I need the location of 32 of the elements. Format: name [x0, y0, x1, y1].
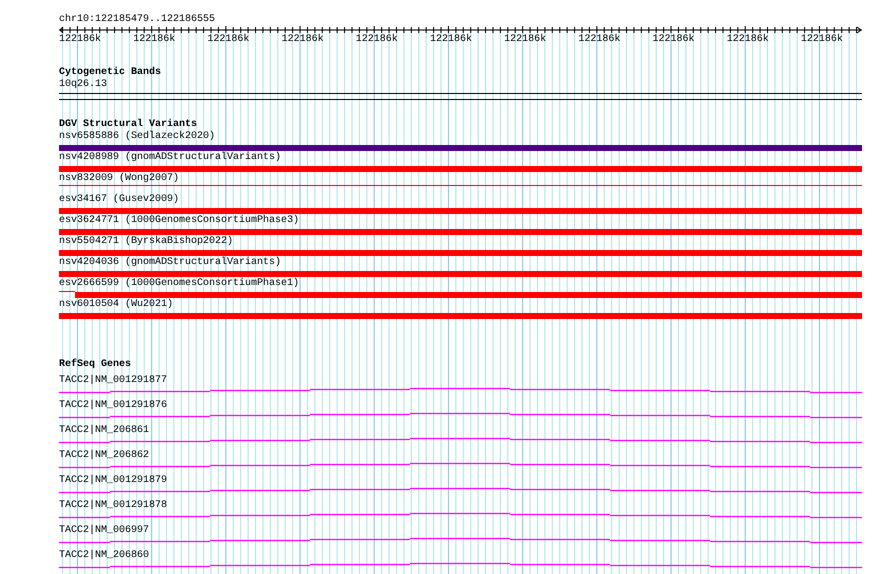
track-title: Cytogenetic Bands	[59, 67, 162, 79]
gene-label: TACC2|NM_006997	[59, 525, 150, 537]
gene-label: TACC2|NM_001291876	[59, 400, 168, 412]
variant-label: esv3624771 (1000GenomesConsortiumPhase3)	[59, 215, 300, 227]
variant-label: nsv4208989 (gnomADStructuralVariants)	[59, 152, 282, 164]
tick-label: 122186k	[207, 34, 250, 45]
tick-label: 122186k	[356, 34, 398, 45]
tick-label: 122186k	[800, 34, 843, 45]
variant-label: esv34167 (Gusev2009)	[59, 194, 180, 206]
gene-label: TACC2|NM_001291877	[59, 375, 168, 387]
tick-label: 122186k	[133, 34, 176, 45]
tick-label: 122186k	[504, 34, 546, 45]
tick-label: 122186k	[430, 34, 472, 45]
variant-label: esv2666599 (1000GenomesConsortiumPhase1)	[59, 278, 300, 290]
tick-label: 122186k	[578, 34, 620, 45]
band-label: 10q26.13	[59, 79, 108, 91]
track-title: DGV Structural Variants	[59, 119, 198, 130]
gene-label: TACC2|NM_206862	[59, 450, 150, 462]
tick-label: 122186k	[59, 34, 102, 45]
variant-label: nsv4204036 (gnomADStructuralVariants)	[59, 257, 282, 269]
gene-label: TACC2|NM_001291879	[59, 475, 168, 487]
variant-label: nsv5504271 (ByrskaBishop2022)	[59, 236, 234, 248]
variant-label: nsv6010504 (Wu2021)	[59, 299, 174, 311]
variant-label: nsv6585886 (Sedlazeck2020)	[59, 131, 216, 143]
gene-label: TACC2|NM_206860	[59, 550, 150, 562]
tick-label: 122186k	[652, 34, 695, 45]
variant-label: nsv832009 (Wong2007)	[59, 173, 180, 185]
track-title: RefSeq Genes	[59, 359, 132, 371]
gene-label: TACC2|NM_001291878	[59, 500, 168, 512]
tick-label: 122186k	[282, 34, 324, 45]
gene-label: TACC2|NM_206861	[59, 425, 150, 437]
tick-label: 122186k	[726, 34, 769, 45]
